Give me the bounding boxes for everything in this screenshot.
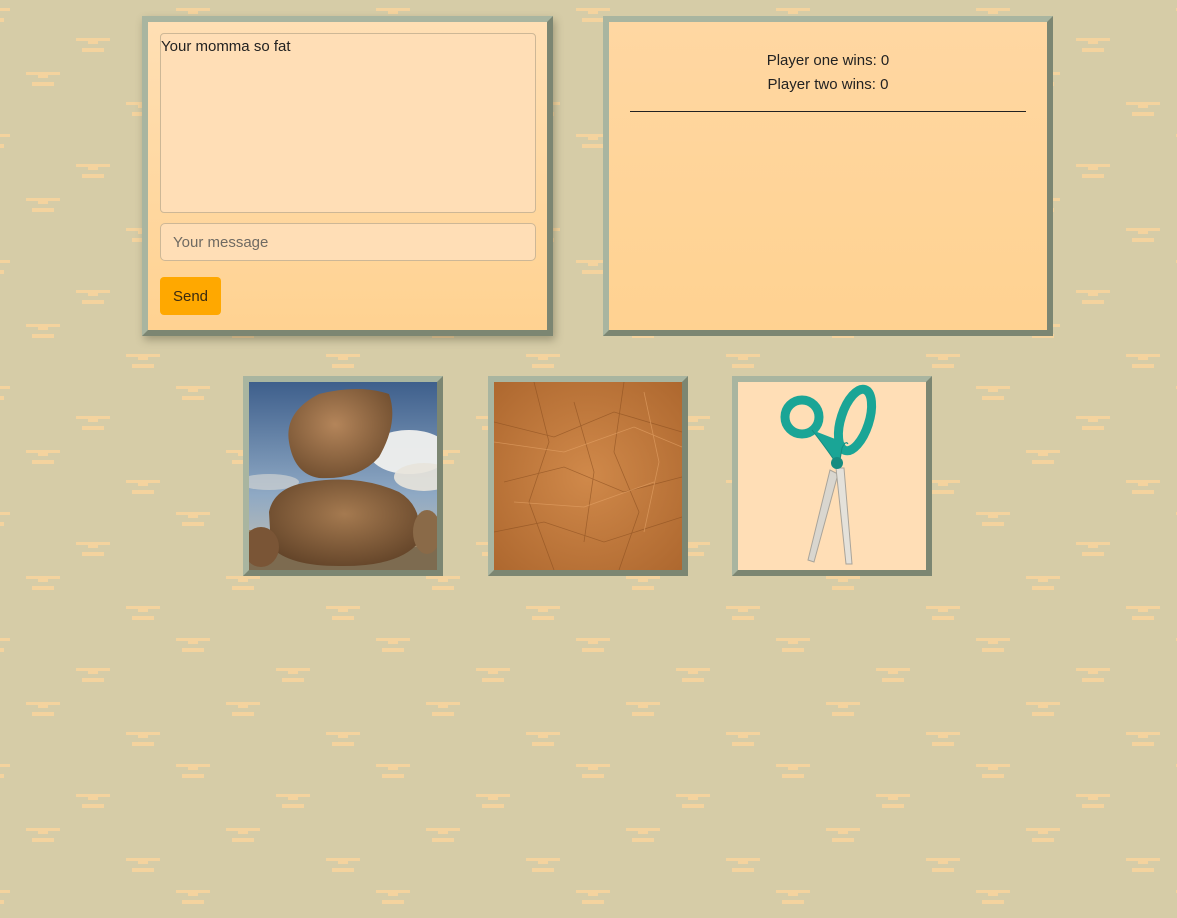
rock-choice-button[interactable] [243, 376, 443, 576]
message-input[interactable] [160, 223, 536, 261]
player-one-score: Player one wins: 0 [766, 52, 890, 69]
paper-image [494, 382, 682, 570]
chat-panel: Your momma so fat Send [142, 16, 553, 336]
paper-choice-button[interactable] [488, 376, 688, 576]
rock-image [249, 382, 437, 570]
score-divider [630, 111, 1026, 112]
chat-log[interactable]: Your momma so fat [160, 33, 536, 213]
scissors-choice-button[interactable] [732, 376, 932, 576]
send-button[interactable]: Send [160, 277, 221, 315]
player-two-score: Player two wins: 0 [767, 76, 889, 93]
scissors-image [738, 382, 926, 570]
scoreboard-panel: Player one wins: 0 Player two wins: 0 [603, 16, 1053, 336]
